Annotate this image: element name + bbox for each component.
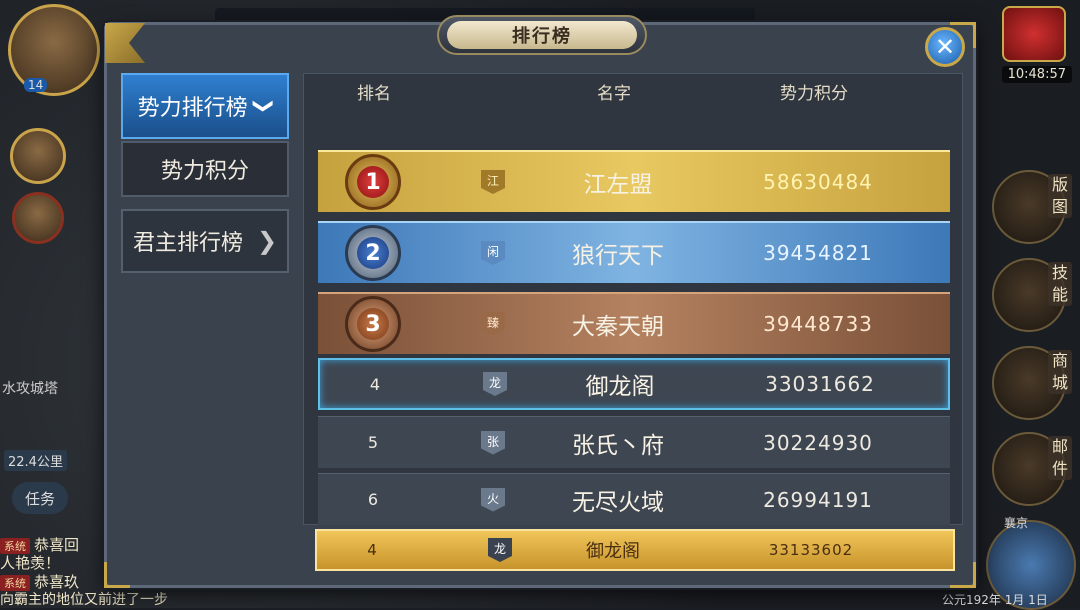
faction-flag-icon: 臻 (481, 312, 505, 336)
header-name: 名字 (597, 83, 631, 104)
ranking-table[interactable]: 排名 名字 势力积分 1 江 江左盟 58630484 2 闲 狼行天下 394… (303, 73, 963, 525)
name-cell: 张氏丶府 (572, 432, 664, 459)
rank-cell: 1 (318, 152, 428, 212)
capital-label: 襄京 (1004, 516, 1029, 530)
name-cell: 江左盟 (583, 172, 653, 198)
title-plaque: 排行榜 (437, 15, 647, 55)
close-icon: ✕ (934, 33, 956, 61)
shop-label: 商城 (1048, 350, 1072, 394)
rank-number: 1 (357, 166, 389, 198)
chat-text: 人艳羡！ (0, 554, 61, 572)
chevron-right-icon: ❯ (256, 227, 278, 255)
score-cell: 30224930 (763, 430, 873, 455)
distance-label: 22.4公里 (4, 450, 67, 471)
table-row[interactable]: 6 火 无尽火域 26994191 (318, 473, 950, 525)
rank-number: 2 (357, 237, 389, 269)
red-envelope-icon[interactable] (1002, 6, 1066, 62)
gold-medal-icon: 1 (345, 154, 401, 210)
chat-line: 向霸主的地位又前进了一步 (0, 589, 168, 609)
mail-label: 邮件 (1048, 436, 1072, 480)
general-avatar-1[interactable] (10, 128, 66, 184)
panel-title: 排行榜 (447, 21, 637, 49)
score-cell: 58630484 (763, 170, 873, 194)
chat-text: 向霸主的地位又前进了一步 (0, 592, 168, 608)
faction-flag-icon: 龙 (483, 372, 507, 396)
faction-flag-icon: 闲 (481, 241, 505, 265)
rank-cell: 3 (318, 294, 428, 354)
table-row[interactable]: 3 臻 大秦天朝 39448733 (318, 292, 950, 354)
chevron-down-icon: ❯ (252, 97, 277, 115)
faction-flag-icon: 张 (481, 430, 505, 455)
player-avatar[interactable] (8, 4, 100, 96)
corner-ornament (104, 562, 130, 588)
table-row[interactable]: 2 闲 狼行天下 39454821 (318, 221, 950, 283)
rank-cell: 4 (369, 374, 381, 394)
clock: 10:48:57 (1001, 66, 1072, 83)
table-row[interactable]: 5 张 张氏丶府 30224930 (318, 416, 950, 468)
close-button[interactable]: ✕ (925, 27, 965, 67)
rank-cell: 4 (367, 541, 377, 559)
score-cell: 33031662 (765, 372, 875, 396)
general-avatar-2[interactable] (12, 192, 64, 244)
map-label: 版图 (1048, 174, 1072, 218)
name-cell: 御龙阁 (586, 541, 640, 562)
header-score: 势力积分 (780, 83, 848, 104)
subtab-power-score[interactable]: 势力积分 (121, 141, 289, 197)
score-cell: 39448733 (763, 312, 873, 336)
tab-power-ranking[interactable]: 势力排行榜 ❯ (121, 73, 289, 139)
name-cell: 御龙阁 (585, 374, 655, 400)
score-cell: 33133602 (768, 541, 854, 559)
header-rank: 排名 (357, 83, 391, 104)
name-cell: 大秦天朝 (572, 314, 664, 340)
player-level: 14 (24, 78, 48, 92)
subtab-label: 势力积分 (160, 159, 249, 184)
faction-flag-icon: 龙 (488, 538, 512, 562)
name-cell: 狼行天下 (572, 243, 664, 269)
rank-cell: 2 (318, 223, 428, 283)
table-row[interactable]: 1 江 江左盟 58630484 (318, 150, 950, 212)
city-label: 水攻城塔 (2, 381, 58, 397)
faction-flag-icon: 江 (481, 170, 505, 194)
score-cell: 39454821 (763, 241, 873, 265)
chat-line: 人艳羡！ (0, 552, 60, 573)
rank-cell: 5 (367, 433, 379, 452)
name-cell: 无尽火域 (572, 489, 664, 516)
my-faction-row[interactable]: 4 龙 御龙阁 33133602 (315, 529, 955, 571)
faction-flag-icon: 火 (481, 487, 505, 512)
score-cell: 26994191 (763, 487, 873, 512)
bronze-medal-icon: 3 (345, 296, 401, 352)
skill-label: 技能 (1048, 262, 1072, 306)
task-button[interactable]: 任务 (12, 482, 68, 514)
back-button[interactable] (105, 23, 145, 63)
silver-medal-icon: 2 (345, 225, 401, 281)
table-row-selected[interactable]: 4 龙 御龙阁 33031662 (318, 358, 950, 410)
game-date: 公元192年 1月 1日 (942, 593, 1048, 607)
rank-number: 3 (357, 308, 389, 340)
tab-label: 势力排行榜 (137, 96, 248, 121)
rank-cell: 6 (367, 490, 379, 509)
tab-lord-ranking[interactable]: 君主排行榜 ❯ (121, 209, 289, 273)
ranking-panel: 排行榜 ✕ 势力排行榜 ❯ 势力积分 君主排行榜 ❯ 排名 名字 势力积分 1 … (104, 15, 976, 588)
tab-label: 君主排行榜 (132, 231, 243, 256)
